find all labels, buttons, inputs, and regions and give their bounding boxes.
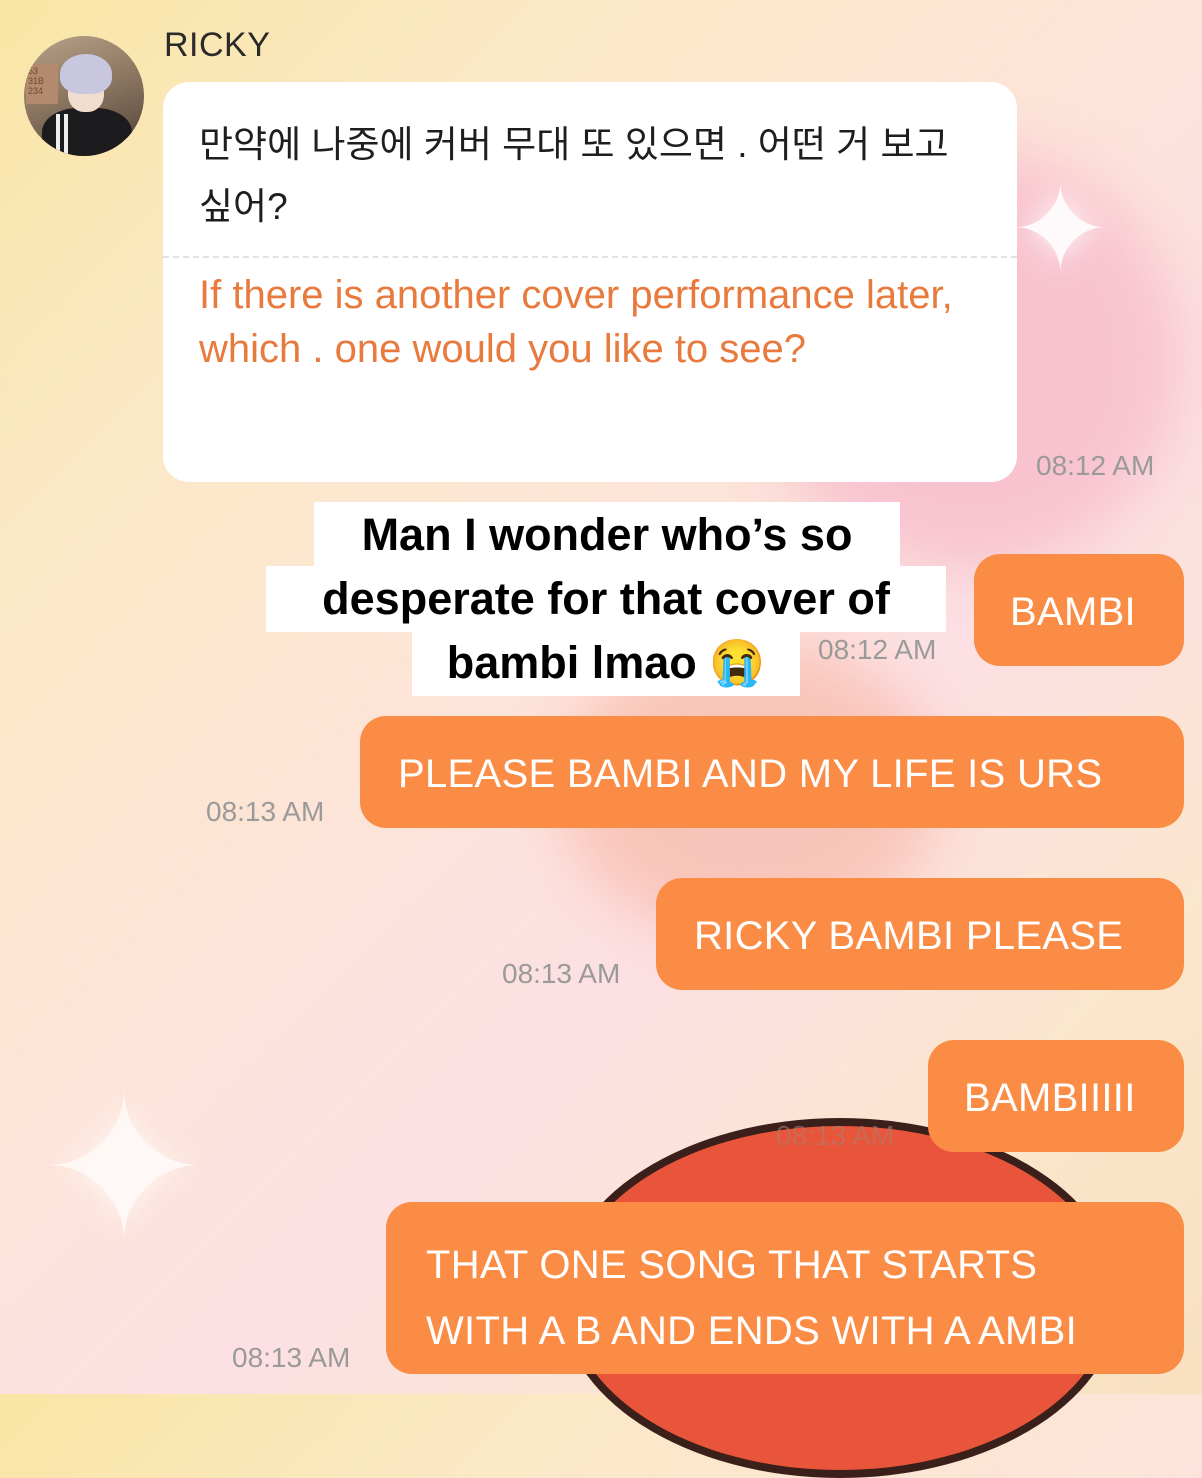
message-text-line: WITH A B AND ENDS WITH A AMBI (426, 1309, 1078, 1353)
message-timestamp: 08:12 AM (1036, 450, 1155, 481)
contact-avatar[interactable]: 53 31B 234 (24, 36, 144, 156)
incoming-message-bubble[interactable]: 만약에 나중에 커버 무대 또 있으면 . 어떤 거 보고 싶어? If the… (163, 82, 1017, 482)
outgoing-message-bubble[interactable]: PLEASE BAMBI AND MY LIFE IS URS (360, 716, 1184, 828)
message-text: RICKY BAMBI PLEASE (694, 914, 1124, 958)
sparkle-icon: ✦ (40, 1058, 208, 1281)
avatar-hair (60, 54, 112, 94)
outgoing-message-bubble[interactable]: RICKY BAMBI PLEASE (656, 878, 1184, 990)
message-text: PLEASE BAMBI AND MY LIFE IS URS (398, 752, 1103, 796)
avatar-jacket-stripe (64, 114, 68, 156)
message-timestamp: 08:13 AM (502, 958, 621, 989)
outgoing-message-bubble[interactable]: BAMBIIIII (928, 1040, 1184, 1152)
avatar-background-sign: 53 31B 234 (26, 64, 58, 104)
message-text: BAMBIIIII (964, 1076, 1136, 1120)
translation-divider (163, 256, 1017, 258)
sparkle-icon: ✦ (1010, 163, 1111, 297)
message-text-translation: If there is another cover performance la… (199, 273, 953, 371)
message-text-line: THAT ONE SONG THAT STARTS (426, 1243, 1038, 1287)
caption-line: desperate for that cover of (266, 566, 946, 632)
message-text: BAMBI (1010, 590, 1136, 634)
sender-name: RICKY (164, 26, 271, 64)
message-text-korean: 만약에 나중에 커버 무대 또 있으면 . 어떤 거 보고 싶어? (199, 124, 949, 227)
outgoing-message-bubble[interactable]: THAT ONE SONG THAT STARTS WITH A B AND E… (386, 1202, 1184, 1374)
message-timestamp: 08:13 AM (232, 1342, 351, 1373)
message-timestamp: 08:13 AM (776, 1120, 895, 1151)
caption-line: bambi lmao 😭 (412, 630, 800, 696)
avatar-jacket-stripe (56, 114, 60, 156)
caption-line: Man I wonder who’s so (314, 502, 900, 568)
outgoing-message-bubble[interactable]: BAMBI (974, 554, 1184, 666)
message-timestamp: 08:12 AM (818, 634, 937, 665)
message-timestamp: 08:13 AM (206, 796, 325, 827)
